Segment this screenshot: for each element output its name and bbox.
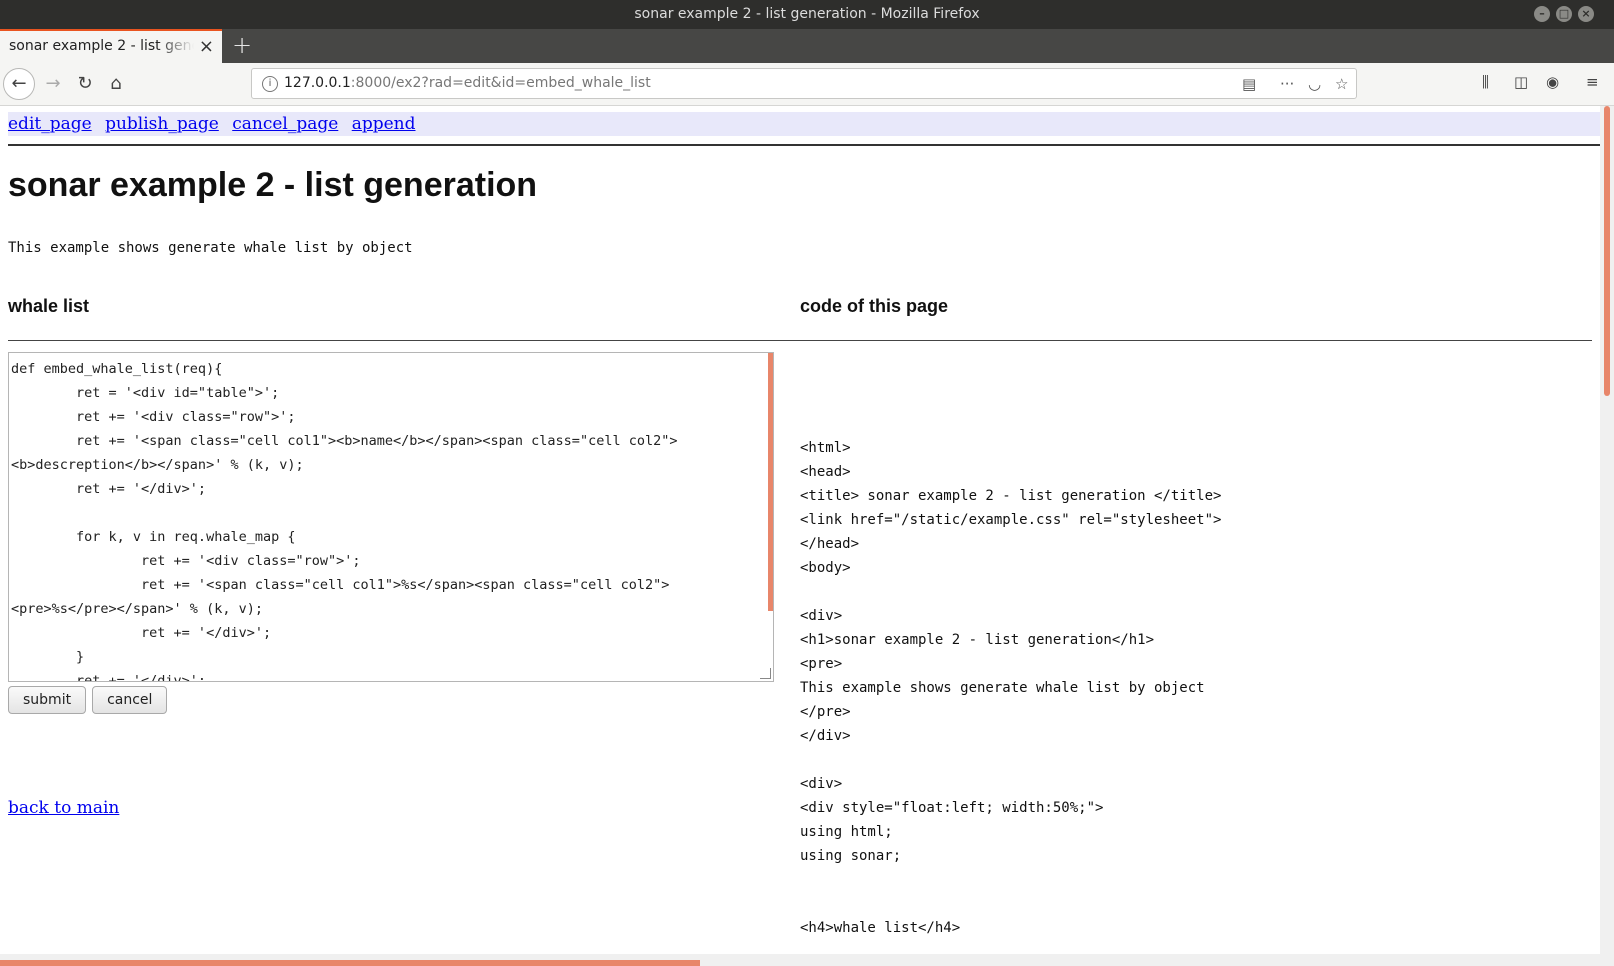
hamburger-menu-icon[interactable]: ≡: [1586, 73, 1599, 91]
action-menu: edit_page publish_page cancel_page appen…: [8, 112, 1600, 136]
publish-page-link[interactable]: publish_page: [105, 114, 219, 134]
close-window-button[interactable]: ×: [1578, 6, 1594, 22]
append-link[interactable]: append: [352, 114, 416, 134]
reader-view-icon[interactable]: ▤: [1242, 75, 1256, 93]
back-button[interactable]: ←: [3, 68, 35, 100]
site-info-icon[interactable]: i: [262, 76, 278, 92]
url-host: 127.0.0.1: [284, 75, 351, 91]
tab-title: sonar example 2 - list generation: [9, 38, 194, 54]
editor-scrollbar[interactable]: [768, 353, 773, 611]
forward-button[interactable]: →: [38, 69, 68, 99]
left-divider: [8, 340, 800, 341]
window-controls: – □ ×: [1534, 6, 1594, 22]
edit-page-link[interactable]: edit_page: [8, 114, 92, 134]
right-divider: [800, 340, 1592, 341]
resize-handle-icon[interactable]: [760, 668, 771, 679]
tab-strip: sonar example 2 - list generation × +: [0, 29, 1614, 63]
library-icon[interactable]: ⫼: [1482, 73, 1489, 91]
page-horizontal-scrollbar[interactable]: [0, 954, 1614, 966]
page-source-code: <html> <head> <title> sonar example 2 - …: [800, 440, 1222, 936]
new-tab-button[interactable]: +: [232, 31, 252, 59]
cancel-page-link[interactable]: cancel_page: [232, 114, 338, 134]
address-bar[interactable]: i 127.0.0.1:8000/ex2?rad=edit&id=embed_w…: [251, 68, 1357, 99]
maximize-button[interactable]: □: [1556, 6, 1572, 22]
browser-tab[interactable]: sonar example 2 - list generation ×: [0, 29, 222, 63]
tab-close-icon[interactable]: ×: [199, 36, 214, 57]
page-vertical-scrollbar[interactable]: [1600, 106, 1614, 954]
page-title: sonar example 2 - list generation: [8, 166, 538, 204]
page-content: edit_page publish_page cancel_page appen…: [0, 106, 1600, 954]
sidebar-icon[interactable]: ◫: [1514, 73, 1528, 91]
account-icon[interactable]: ◉: [1546, 73, 1559, 91]
reload-button[interactable]: ↻: [70, 69, 100, 99]
editor-content[interactable]: def embed_whale_list(req){ ret = '<div i…: [9, 353, 773, 681]
pocket-icon[interactable]: ◡: [1308, 75, 1321, 93]
code-editor-textarea[interactable]: def embed_whale_list(req){ ret = '<div i…: [8, 352, 774, 682]
url-text[interactable]: 127.0.0.1:8000/ex2?rad=edit&id=embed_wha…: [284, 75, 651, 91]
code-heading: code of this page: [800, 296, 949, 316]
form-buttons: submit cancel: [8, 686, 168, 714]
cancel-button[interactable]: cancel: [92, 686, 168, 714]
window-title: sonar example 2 - list generation - Mozi…: [634, 6, 980, 22]
bookmark-star-icon[interactable]: ☆: [1335, 75, 1348, 93]
navigation-toolbar: ← → ↻ ⌂ i 127.0.0.1:8000/ex2?rad=edit&id…: [0, 63, 1614, 106]
minimize-button[interactable]: –: [1534, 6, 1550, 22]
divider: [8, 144, 1600, 146]
submit-button[interactable]: submit: [8, 686, 87, 714]
scrollbar-thumb[interactable]: [1604, 106, 1610, 396]
hscrollbar-thumb[interactable]: [0, 960, 700, 966]
url-path: :8000/ex2?rad=edit&id=embed_whale_list: [350, 75, 651, 91]
page-actions-icon[interactable]: ···: [1280, 75, 1294, 93]
back-to-main-link[interactable]: back to main: [8, 798, 119, 818]
window-titlebar: sonar example 2 - list generation - Mozi…: [0, 0, 1614, 29]
whale-list-heading: whale list: [8, 296, 90, 316]
home-button[interactable]: ⌂: [101, 69, 131, 99]
page-description: This example shows generate whale list b…: [8, 240, 413, 256]
